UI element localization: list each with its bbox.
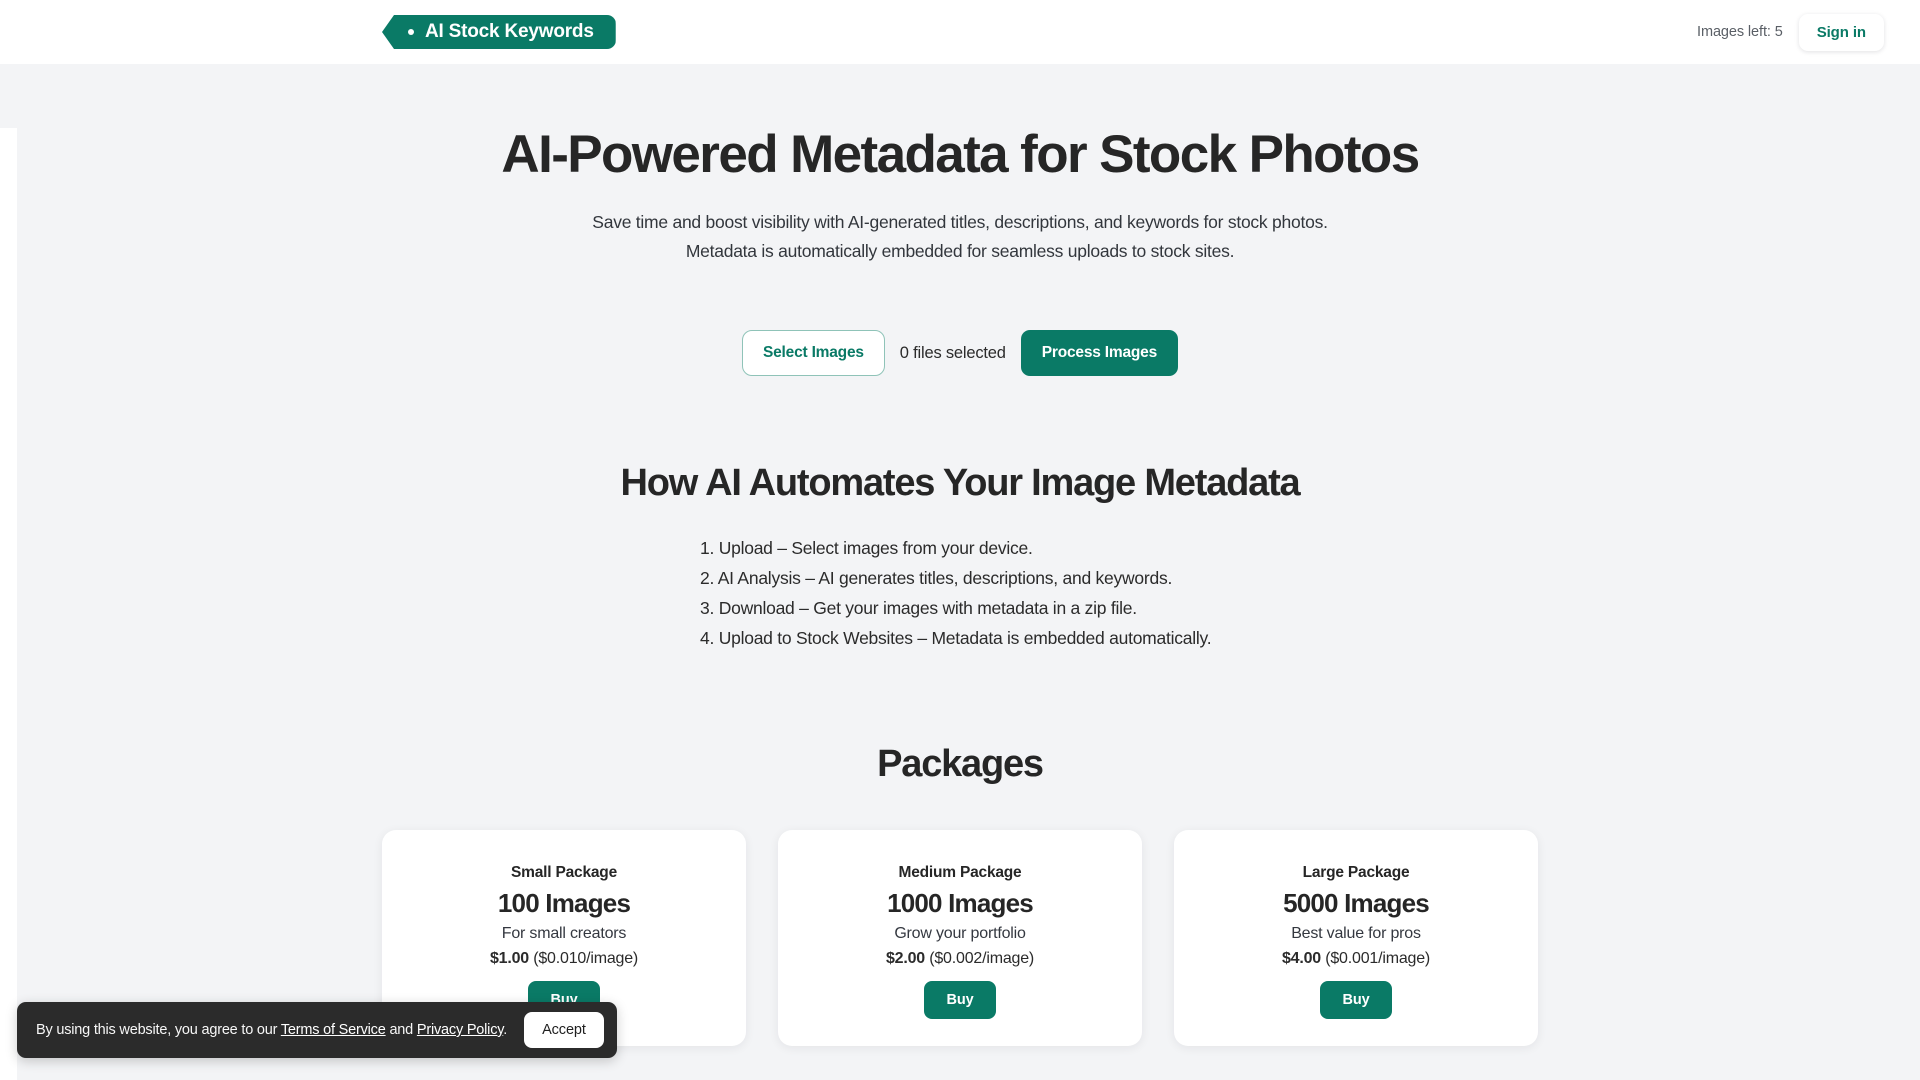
package-price-unit: ($0.010/image) <box>533 950 639 968</box>
header-right-group: Images left: 5 Sign in <box>1697 13 1884 51</box>
package-name: Small Package <box>511 864 617 882</box>
package-price: $4.00 ($0.001/image) <box>1282 950 1430 968</box>
package-price-amount: $2.00 <box>885 950 925 968</box>
how-it-works-section: How AI Automates Your Image Metadata 1. … <box>0 462 1920 653</box>
package-card-large: Large Package 5000 Images Best value for… <box>1174 830 1538 1047</box>
packages-title: Packages <box>877 743 1044 786</box>
privacy-policy-link[interactable]: Privacy Policy <box>417 1022 504 1038</box>
brand-tag[interactable]: AI Stock Keywords <box>382 15 616 49</box>
site-header: AI Stock Keywords Images left: 5 Sign in <box>0 0 1920 64</box>
images-left-counter: Images left: 5 <box>1697 24 1783 40</box>
packages-section: Packages Small Package 100 Images For sm… <box>0 743 1920 1047</box>
list-item: 2. AI Analysis – AI generates titles, de… <box>700 568 1173 589</box>
buy-button[interactable]: Buy <box>1320 981 1392 1020</box>
package-price-amount: $4.00 <box>1281 950 1321 968</box>
files-selected-status: 0 files selected <box>899 343 1006 362</box>
package-image-count: 100 Images <box>497 888 631 919</box>
select-images-button[interactable]: Select Images <box>742 330 885 377</box>
package-description: For small creators <box>501 925 627 943</box>
package-price-unit: ($0.002/image) <box>929 950 1035 968</box>
package-price-unit: ($0.001/image) <box>1325 950 1431 968</box>
package-price-amount: $1.00 <box>489 950 529 968</box>
list-item: 3. Download – Get your images with metad… <box>700 598 1137 619</box>
terms-of-service-link[interactable]: Terms of Service <box>281 1022 386 1038</box>
cookie-consent-banner: By using this website, you agree to our … <box>17 1002 617 1058</box>
brand-name: AI Stock Keywords <box>425 21 594 42</box>
accept-cookies-button[interactable]: Accept <box>524 1012 604 1048</box>
package-name: Medium Package <box>898 864 1022 882</box>
package-image-count: 5000 Images <box>1283 888 1430 919</box>
buy-button[interactable]: Buy <box>924 981 996 1020</box>
hero-subtitle-line-2: Metadata is automatically embedded for s… <box>685 241 1235 262</box>
steps-list: 1. Upload – Select images from your devi… <box>700 533 1220 653</box>
page-body: AI-Powered Metadata for Stock Photos Sav… <box>0 64 1920 1080</box>
list-item: 1. Upload – Select images from your devi… <box>700 538 1033 559</box>
sign-in-button[interactable]: Sign in <box>1798 13 1884 51</box>
page-title: AI-Powered Metadata for Stock Photos <box>501 125 1420 184</box>
hero-subtitle: Save time and boost visibility with AI-g… <box>0 208 1920 266</box>
package-description: Best value for pros <box>1291 925 1421 943</box>
package-price: $1.00 ($0.010/image) <box>490 950 638 968</box>
upload-actions: Select Images 0 files selected Process I… <box>0 330 1920 377</box>
dot-icon <box>408 29 414 35</box>
package-price: $2.00 ($0.002/image) <box>886 950 1034 968</box>
package-name: Large Package <box>1302 864 1410 882</box>
hero-subtitle-line-1: Save time and boost visibility with AI-g… <box>592 212 1328 233</box>
cookie-consent-text: By using this website, you agree to our … <box>36 1022 507 1038</box>
package-image-count: 1000 Images <box>887 888 1034 919</box>
cookie-text-suffix: . <box>503 1022 508 1038</box>
cookie-text-middle: and <box>385 1022 417 1038</box>
package-description: Grow your portfolio <box>894 925 1026 943</box>
process-images-button[interactable]: Process Images <box>1020 330 1178 377</box>
left-edge-strip <box>0 128 17 1080</box>
package-card-medium: Medium Package 1000 Images Grow your por… <box>778 830 1142 1047</box>
list-item: 4. Upload to Stock Websites – Metadata i… <box>700 628 1212 649</box>
how-it-works-title: How AI Automates Your Image Metadata <box>620 462 1301 505</box>
cookie-text-prefix: By using this website, you agree to our <box>36 1022 281 1038</box>
brand-logo[interactable]: AI Stock Keywords <box>382 15 616 49</box>
